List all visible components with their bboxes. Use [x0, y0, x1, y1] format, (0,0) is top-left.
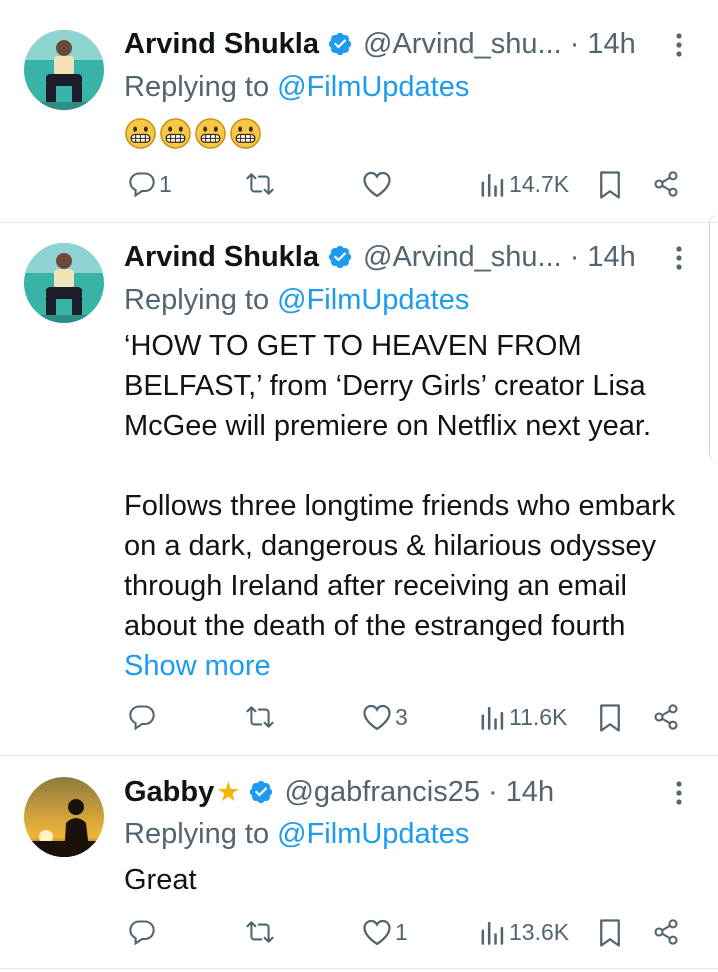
author-handle[interactable]: @gabfrancis25	[284, 776, 480, 809]
tweet-3[interactable]: Gabby ★ @gabfrancis25 · 14h Replying to …	[0, 756, 718, 972]
tweet-paragraph: ‘HOW TO GET TO HEAVEN FROM BELFAST,’ fro…	[124, 330, 652, 442]
replying-to-mention[interactable]: @FilmUpdates	[277, 284, 469, 316]
timestamp[interactable]: · 14h	[570, 28, 636, 61]
tweet-text: Great	[124, 860, 704, 900]
views-button[interactable]: 13.6K	[480, 918, 569, 946]
share-icon	[654, 171, 678, 197]
verified-badge-icon	[327, 31, 353, 57]
author-name[interactable]: Gabby	[124, 776, 214, 809]
grimacing-emoji-icon	[125, 118, 156, 149]
like-count: 3	[395, 703, 408, 730]
share-icon	[654, 919, 678, 945]
tweet-paragraph-text: Follows three longtime friends who embar…	[124, 490, 676, 642]
avatar[interactable]	[24, 30, 104, 110]
share-button[interactable]	[652, 918, 680, 946]
timestamp[interactable]: · 14h	[488, 776, 554, 809]
share-button[interactable]	[652, 170, 680, 198]
repost-button[interactable]	[244, 918, 279, 946]
bookmark-button[interactable]	[598, 918, 622, 948]
like-button[interactable]: 3	[362, 703, 408, 731]
reply-count: 1	[159, 170, 172, 197]
action-bar: 3 11.6K	[0, 703, 718, 737]
heart-icon	[363, 919, 391, 946]
action-bar: 1 13.6K	[0, 918, 718, 952]
timestamp[interactable]: · 14h	[570, 241, 636, 274]
views-icon	[481, 706, 504, 730]
repost-button[interactable]	[244, 170, 279, 198]
verified-badge-icon	[327, 244, 353, 270]
verified-badge-icon	[248, 779, 274, 805]
views-button[interactable]: 14.7K	[480, 170, 569, 198]
share-icon	[654, 704, 678, 730]
like-button[interactable]	[362, 170, 395, 198]
repost-button[interactable]	[244, 703, 279, 731]
replying-to: Replying to @FilmUpdates	[124, 71, 469, 104]
tweet-1[interactable]: Arvind Shukla @Arvind_shu... · 14h Reply…	[0, 0, 718, 222]
avatar[interactable]	[24, 243, 104, 323]
reply-icon	[129, 920, 155, 946]
tweet-2[interactable]: Arvind Shukla @Arvind_shu... · 14h Reply…	[0, 223, 718, 755]
tweet-paragraph: Great	[124, 864, 197, 896]
show-more-link[interactable]: Show more	[124, 650, 271, 682]
more-options-icon[interactable]	[668, 778, 690, 808]
views-icon	[481, 921, 504, 945]
tweet-header: Arvind Shukla @Arvind_shu... · 14h	[124, 237, 636, 277]
reply-button[interactable]: 1	[128, 170, 172, 198]
like-count: 1	[395, 918, 408, 945]
grimacing-emoji-icon	[195, 118, 226, 149]
like-button[interactable]: 1	[362, 918, 408, 946]
tweet-text: ‘HOW TO GET TO HEAVEN FROM BELFAST,’ fro…	[124, 326, 704, 686]
author-name[interactable]: Arvind Shukla	[124, 28, 319, 61]
reply-icon	[129, 172, 155, 198]
share-button[interactable]	[652, 703, 680, 731]
grimacing-emoji-icon	[160, 118, 191, 149]
replying-to-mention[interactable]: @FilmUpdates	[277, 71, 469, 103]
divider	[0, 968, 718, 969]
action-bar: 1 14.7K	[0, 170, 718, 204]
bookmark-button[interactable]	[598, 703, 622, 733]
repost-icon	[246, 173, 274, 195]
views-button[interactable]: 11.6K	[480, 703, 567, 731]
author-handle[interactable]: @Arvind_shu...	[363, 241, 562, 274]
reply-button[interactable]	[128, 703, 159, 731]
repost-icon	[246, 921, 274, 943]
tweet-header: Arvind Shukla @Arvind_shu... · 14h	[124, 24, 636, 64]
bookmark-button[interactable]	[598, 170, 622, 200]
bookmark-icon	[600, 704, 620, 732]
more-options-icon[interactable]	[668, 30, 690, 60]
replying-to-mention[interactable]: @FilmUpdates	[277, 818, 469, 850]
author-handle[interactable]: @Arvind_shu...	[363, 28, 562, 61]
view-count: 14.7K	[509, 170, 570, 197]
scrollbar[interactable]	[709, 214, 718, 464]
bookmark-icon	[600, 919, 620, 947]
view-count: 13.6K	[509, 918, 570, 945]
grimacing-emoji-icon	[230, 118, 261, 149]
tweet-header: Gabby ★ @gabfrancis25 · 14h	[124, 772, 554, 812]
repost-icon	[246, 706, 274, 728]
view-count: 11.6K	[509, 703, 568, 730]
replying-prefix: Replying to	[124, 71, 270, 103]
reply-icon	[129, 705, 155, 731]
more-options-icon[interactable]	[668, 243, 690, 273]
views-icon	[481, 173, 504, 197]
tweet-paragraph: Follows three longtime friends who embar…	[124, 486, 704, 686]
star-badge-icon: ★	[216, 776, 241, 807]
replying-prefix: Replying to	[124, 284, 270, 316]
replying-to: Replying to @FilmUpdates	[124, 284, 469, 317]
heart-icon	[363, 704, 391, 731]
replying-to: Replying to @FilmUpdates	[124, 818, 469, 851]
replying-prefix: Replying to	[124, 818, 270, 850]
reply-button[interactable]	[128, 918, 159, 946]
bookmark-icon	[600, 171, 620, 199]
emoji-content	[124, 117, 262, 150]
avatar[interactable]	[24, 777, 104, 857]
author-name[interactable]: Arvind Shukla	[124, 241, 319, 274]
heart-icon	[363, 171, 391, 198]
